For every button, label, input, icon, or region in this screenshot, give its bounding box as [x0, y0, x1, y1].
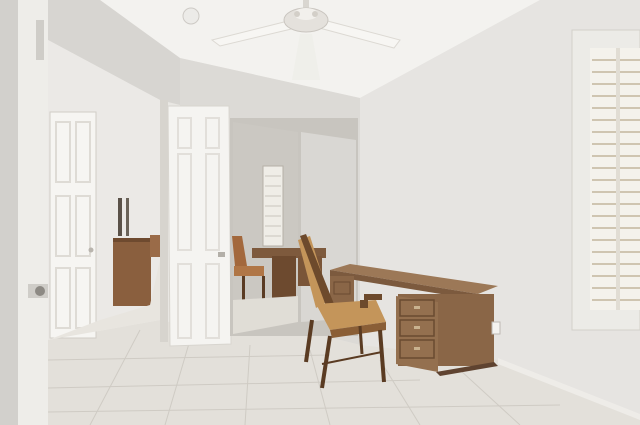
room-illustration [0, 0, 640, 425]
hall-door-knob [88, 247, 94, 253]
smoke-detector [182, 7, 200, 25]
hall-cabinet [113, 238, 151, 306]
door-handle [218, 252, 225, 257]
outlet-icon [491, 321, 501, 335]
room-photo [0, 0, 640, 425]
door-hinge-icon [35, 286, 45, 296]
door-frame-left [18, 0, 48, 425]
